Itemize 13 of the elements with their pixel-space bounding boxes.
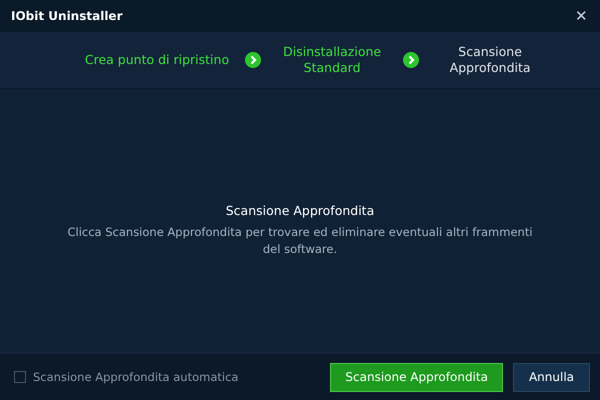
checkbox-label[interactable]: Scansione Approfondita automatica [33,370,238,384]
step-label: Scansione Approfondita [448,44,532,76]
content-heading: Scansione Approfondita [226,203,374,218]
cancel-button[interactable]: Annulla [512,362,590,392]
deep-scan-button[interactable]: Scansione Approfondita [330,362,503,392]
close-button[interactable]: ✕ [571,7,592,25]
content-description: Clicca Scansione Approfondita per trovare ed eliminare eventuali altri frammenti del software. [66,224,534,258]
chevron-icon [245,52,262,68]
chevron-icon [403,52,420,68]
step-label: Crea punto di ripristino [84,52,230,68]
checkbox[interactable] [14,371,26,383]
window-title: IObit Uninstaller [11,9,122,23]
step-label: Disinstallazione Standard [282,44,382,76]
